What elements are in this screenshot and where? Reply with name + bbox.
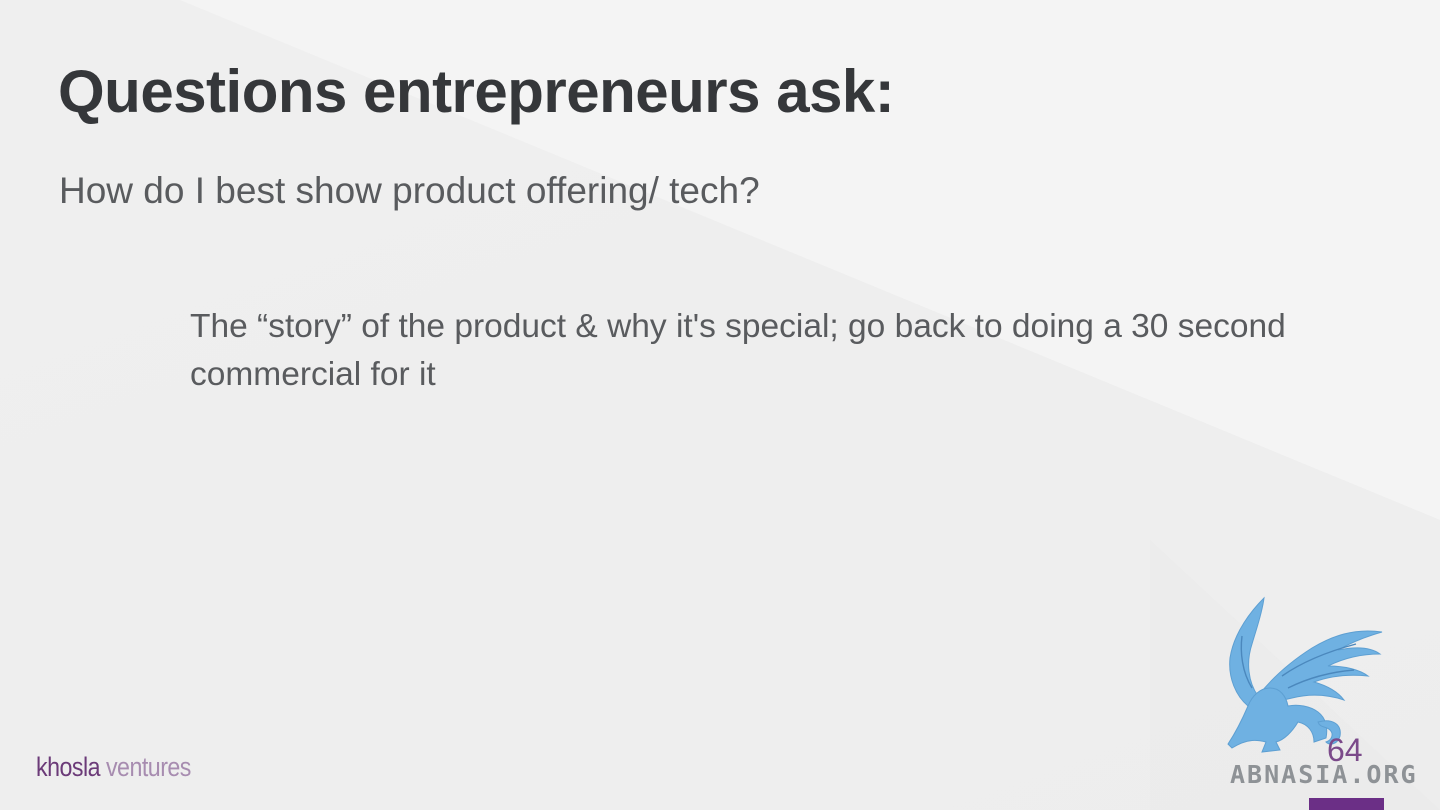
answer-text: The “story” of the product & why it's sp… bbox=[190, 308, 1286, 393]
accent-bar bbox=[1309, 798, 1384, 810]
khosla-ventures-logo: khosla ventures bbox=[36, 750, 191, 784]
slide-title: Questions entrepreneurs ask: bbox=[58, 58, 895, 125]
question-text: How do I best show product offering/ tec… bbox=[59, 170, 760, 211]
slide: Questions entrepreneurs ask: How do I be… bbox=[0, 0, 1440, 810]
logo-word-khosla: khosla bbox=[36, 752, 101, 782]
logo-word-ventures: ventures bbox=[100, 752, 191, 782]
watermark-text: ABNASIA.ORG bbox=[1230, 760, 1418, 789]
griffin-icon bbox=[1227, 596, 1383, 753]
